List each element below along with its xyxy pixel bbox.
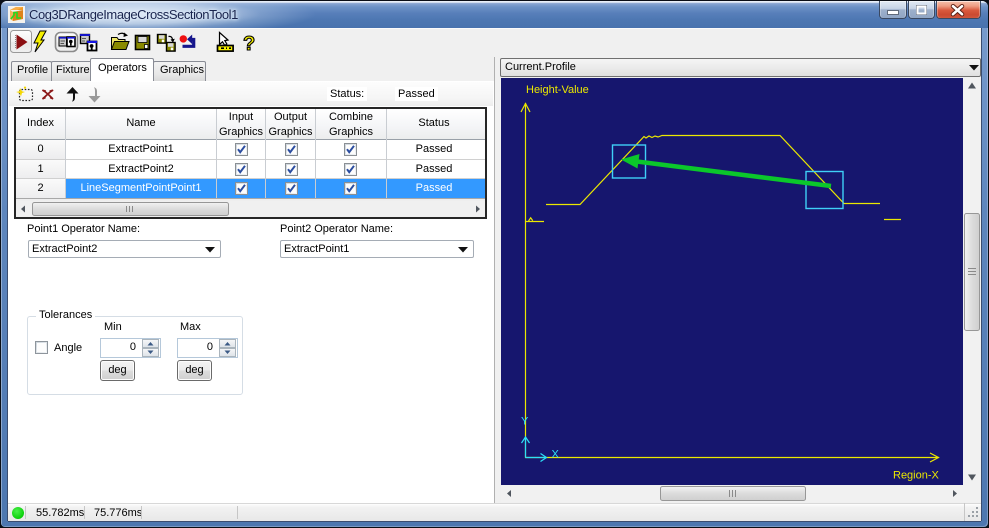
svg-text:Height-Value: Height-Value	[526, 84, 589, 96]
svg-text:Region-X: Region-X	[893, 470, 940, 482]
svg-text:Y: Y	[521, 416, 529, 428]
svg-text:X: X	[552, 449, 560, 461]
svg-text:?: ?	[243, 33, 255, 55]
